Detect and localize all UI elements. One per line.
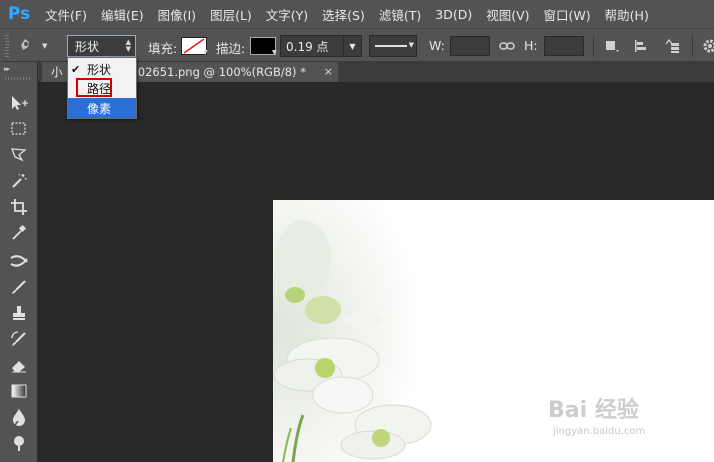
document-tab-prefix: 小 (51, 65, 63, 79)
chevron-down-icon: ▼ (408, 41, 414, 49)
gear-icon[interactable] (700, 37, 714, 55)
brush-tool-icon[interactable] (7, 275, 31, 299)
link-icon[interactable] (497, 37, 517, 55)
stroke-width-value: 0.19 点 (286, 39, 329, 54)
stroke-label: 描边: (216, 41, 246, 56)
mode-option-pixels[interactable]: 像素 (68, 98, 136, 118)
photoshop-logo: Ps (7, 4, 31, 24)
mode-option-label: 路径 (87, 81, 112, 96)
lasso-tool-icon[interactable] (7, 143, 31, 167)
fill-label: 填充: (148, 41, 178, 56)
tool-mode-value: 形状 (75, 39, 100, 54)
blur-tool-icon[interactable] (7, 405, 31, 429)
collapse-panel-icon[interactable]: ▸▸ (4, 65, 10, 73)
close-icon[interactable]: × (324, 65, 333, 78)
healing-brush-icon[interactable] (7, 249, 31, 273)
menu-3d[interactable]: 3D(D) (428, 7, 479, 22)
stroke-width-field[interactable]: 0.19 点 ▼ (280, 35, 362, 57)
tools-panel-grip[interactable] (5, 77, 31, 80)
select-arrows-icon: ▲ ▼ (125, 38, 131, 53)
menu-select[interactable]: 选择(S) (315, 5, 372, 24)
divider (692, 35, 693, 57)
flower-photo (273, 200, 714, 462)
options-bar-grip[interactable] (5, 35, 9, 57)
chevron-down-icon: ▼ (42, 42, 48, 50)
stroke-line-preview (375, 45, 407, 47)
tool-preset-picker[interactable]: ▼ (16, 34, 56, 58)
gradient-tool-icon[interactable] (7, 379, 31, 403)
menu-image[interactable]: 图像(I) (151, 5, 203, 24)
document-canvas[interactable] (273, 200, 714, 462)
crop-tool-icon[interactable] (7, 195, 31, 219)
menu-layer[interactable]: 图层(L) (203, 5, 259, 24)
menu-type[interactable]: 文字(Y) (259, 5, 315, 24)
mode-option-label: 像素 (87, 101, 112, 116)
menu-window[interactable]: 窗口(W) (537, 5, 598, 24)
chevron-down-icon[interactable]: ▼ (343, 36, 361, 56)
document-tab-strip: 小 014202651.png @ 100%(RGB/8) * × (38, 62, 714, 82)
tools-panel: ▸▸ (0, 62, 38, 462)
menu-help[interactable]: 帮助(H) (598, 5, 656, 24)
mode-option-path[interactable]: 路径 (68, 78, 136, 97)
tool-mode-dropdown: ✔ 形状 路径 像素 (67, 57, 137, 119)
baidu-watermark-url: jingyan.baidu.com (553, 426, 646, 437)
stroke-type-select[interactable]: ▼ (369, 35, 417, 57)
marquee-tool-icon[interactable] (7, 117, 31, 141)
width-input[interactable] (450, 36, 490, 56)
mode-option-label: 形状 (87, 62, 112, 77)
checkmark-icon: ✔ (71, 62, 81, 76)
menu-bar: Ps 文件(F) 编辑(E) 图像(I) 图层(L) 文字(Y) 选择(S) 滤… (0, 0, 714, 28)
shapes-preset-icon (16, 36, 38, 57)
eyedropper-icon[interactable] (7, 221, 31, 245)
clone-stamp-icon[interactable] (7, 301, 31, 325)
height-label: H: (524, 38, 538, 53)
tool-mode-select[interactable]: 形状 ▲ ▼ (67, 35, 136, 57)
menu-edit[interactable]: 编辑(E) (94, 5, 151, 24)
stroke-dropdown-icon[interactable]: ▼ (272, 49, 277, 56)
path-align-icon[interactable] (631, 37, 651, 55)
path-arrange-icon[interactable] (662, 37, 682, 55)
width-label: W: (429, 38, 445, 53)
document-tab-title: 014202651.png @ 100%(RGB/8) * (108, 65, 306, 79)
eraser-icon[interactable] (7, 353, 31, 377)
baidu-watermark: Bai 经验 (548, 398, 639, 423)
menu-filter[interactable]: 滤镜(T) (372, 5, 428, 24)
history-brush-icon[interactable] (7, 327, 31, 351)
dodge-tool-icon[interactable] (7, 431, 31, 455)
fill-dropdown-icon[interactable]: ▼ (203, 49, 208, 56)
height-input[interactable] (544, 36, 584, 56)
divider (593, 35, 594, 57)
menu-view[interactable]: 视图(V) (479, 5, 536, 24)
mode-option-shape[interactable]: ✔ 形状 (68, 60, 136, 78)
magic-wand-icon[interactable] (7, 169, 31, 193)
menu-file[interactable]: 文件(F) (38, 5, 94, 24)
path-ops-icon[interactable] (602, 37, 622, 55)
move-tool-icon[interactable] (7, 91, 31, 115)
